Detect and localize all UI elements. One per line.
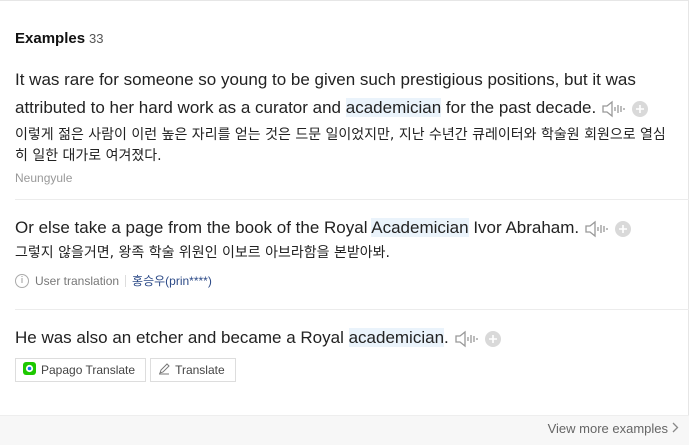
papago-logo-icon <box>23 362 36 378</box>
example-text: He was also an etcher and became a Royal <box>15 328 349 347</box>
pencil-icon <box>158 362 170 378</box>
example-korean-1: 이렇게 젊은 사람이 이런 높은 자리를 얻는 것은 드문 일이었지만, 지난 … <box>15 127 666 164</box>
example-item-2: Or else take a page from the book of the… <box>15 214 675 289</box>
translate-button[interactable]: Translate <box>150 358 236 382</box>
speaker-icon[interactable] <box>585 220 609 238</box>
divider <box>15 309 689 310</box>
papago-translate-label: Papago Translate <box>41 363 136 377</box>
info-icon: i <box>15 273 29 288</box>
papago-translate-button[interactable]: Papago Translate <box>15 358 147 382</box>
meta-separator <box>125 274 127 287</box>
example-text: . <box>444 328 449 347</box>
example-text: Ivor Abraham. <box>468 218 580 237</box>
translation-meta: i User translation 홍승우(prin****) <box>15 272 675 289</box>
translate-label: Translate <box>175 363 225 377</box>
example-source-1: Neungyule <box>15 171 73 185</box>
example-text: Or else take a page from the book of the… <box>15 218 372 237</box>
chevron-right-icon <box>672 421 679 436</box>
translate-buttons: Papago Translate Translate <box>15 358 236 382</box>
example-korean-2: 그렇지 않을거면, 왕족 학술 위원인 이보르 아브라함을 본받아봐. <box>15 245 390 261</box>
example-item-1: It was rare for someone so young to be g… <box>15 66 675 185</box>
example-english-1: It was rare for someone so young to be g… <box>15 66 675 122</box>
highlighted-term: academician <box>348 328 445 347</box>
add-to-wordbook-icon[interactable] <box>484 330 501 347</box>
add-to-wordbook-icon[interactable] <box>615 220 632 237</box>
top-border <box>0 0 689 1</box>
view-more-label: View more examples <box>547 421 668 436</box>
example-english-2: Or else take a page from the book of the… <box>15 214 675 242</box>
speaker-icon[interactable] <box>602 100 626 118</box>
translator-user-link[interactable]: 홍승우(prin****) <box>132 272 212 289</box>
examples-header: Examples 33 <box>15 30 104 48</box>
examples-count: 33 <box>89 31 104 46</box>
speaker-icon[interactable] <box>455 330 479 348</box>
divider <box>15 199 689 200</box>
example-text: for the past decade. <box>441 98 597 117</box>
example-english-3: He was also an etcher and became a Royal… <box>15 324 675 352</box>
examples-panel: Examples 33 It was rare for someone so y… <box>0 0 689 445</box>
example-item-3: He was also an etcher and became a Royal… <box>15 324 675 352</box>
highlighted-term: Academician <box>371 218 469 237</box>
user-translation-label: User translation <box>35 273 120 288</box>
highlighted-term: academician <box>345 98 442 117</box>
examples-title: Examples <box>15 30 86 47</box>
view-more-examples-link[interactable]: View more examples <box>548 421 679 436</box>
add-to-wordbook-icon[interactable] <box>632 100 649 117</box>
